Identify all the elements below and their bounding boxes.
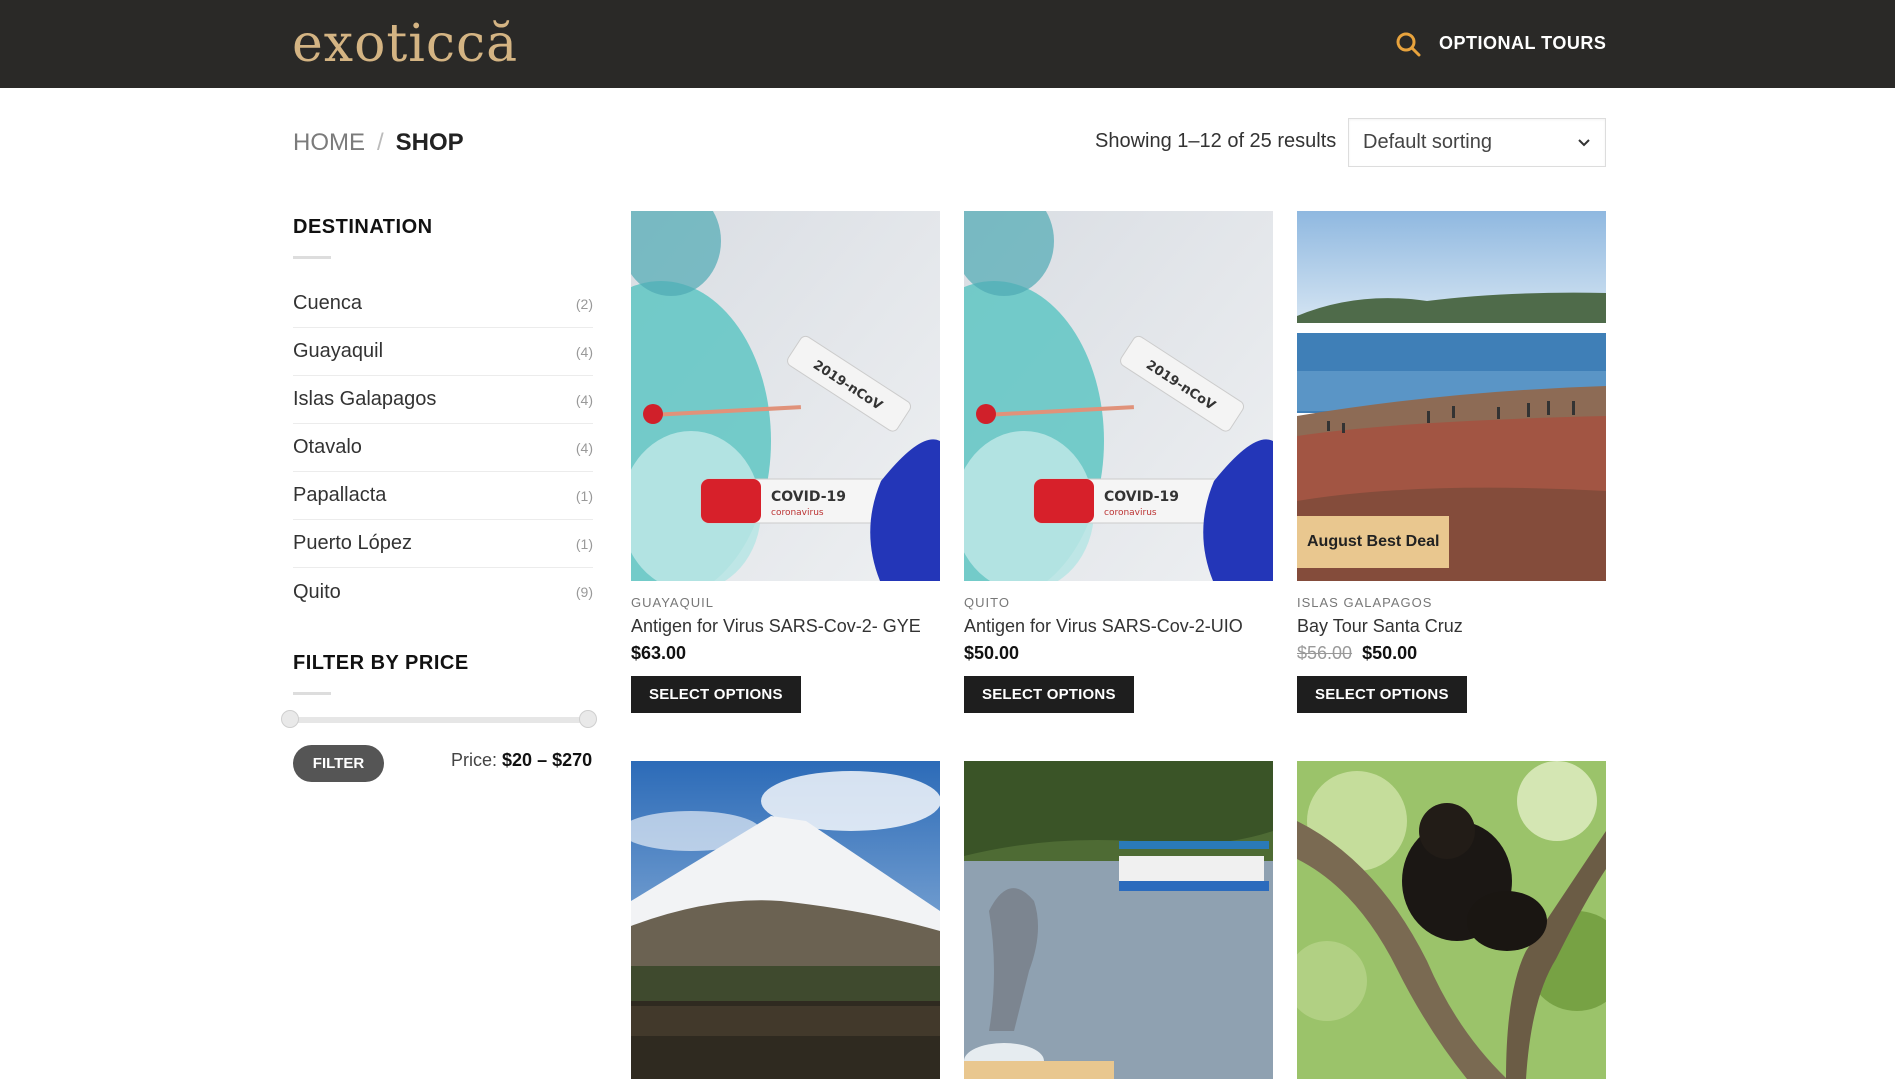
- product-card: 2019-nCoV COVID-19 coronavirus QUITO Ant…: [964, 211, 1273, 713]
- product-image-galapagos-coast[interactable]: August Best Deal: [1297, 211, 1606, 581]
- destination-name: Quito: [293, 580, 341, 603]
- product-title[interactable]: Bay Tour Santa Cruz: [1297, 616, 1606, 637]
- product-category[interactable]: GUAYAQUIL: [631, 595, 940, 610]
- destination-title: DESTINATION: [293, 216, 433, 238]
- chevron-down-icon: [1578, 138, 1590, 146]
- breadcrumb-current: SHOP: [395, 129, 464, 156]
- destination-name: Islas Galapagos: [293, 388, 437, 410]
- breadcrumb: HOME / SHOP: [293, 128, 464, 158]
- select-options-button[interactable]: SELECT OPTIONS: [964, 676, 1134, 713]
- destination-count: (9): [575, 584, 593, 600]
- product-price: $50.00: [1362, 643, 1418, 663]
- price-max: $270: [552, 750, 593, 770]
- product-image-dolphin-river[interactable]: [964, 761, 1273, 1079]
- tube-sublabel: coronavirus: [771, 508, 824, 518]
- product-image-cotopaxi-volcano[interactable]: [631, 761, 940, 1079]
- destination-count: (4): [575, 439, 593, 456]
- destination-count: (2): [575, 295, 593, 312]
- product-category[interactable]: ISLAS GALAPAGOS: [1297, 595, 1606, 610]
- product-category[interactable]: QUITO: [964, 595, 1273, 610]
- tube-label: COVID-19: [771, 489, 846, 505]
- filter-button[interactable]: FILTER: [293, 745, 384, 782]
- destination-item-cuenca[interactable]: Cuenca (2): [293, 280, 593, 328]
- destination-name: Guayaquil: [293, 340, 384, 362]
- destination-item-islas-galapagos[interactable]: Islas Galapagos (4): [293, 376, 593, 424]
- site-header: exoticcă OPTIONAL TOURS: [0, 0, 1895, 88]
- search-icon[interactable]: [1395, 31, 1421, 57]
- product-title[interactable]: Antigen for Virus SARS-Cov-2- GYE: [631, 616, 940, 637]
- destination-item-otavalo[interactable]: Otavalo (4): [293, 424, 593, 472]
- breadcrumb-separator: /: [377, 129, 384, 156]
- product-card: [964, 761, 1273, 1079]
- price-min: $20: [502, 750, 533, 770]
- title-divider: [293, 692, 331, 695]
- destination-item-quito[interactable]: Quito (9): [293, 568, 593, 616]
- destination-name: Otavalo: [293, 436, 362, 458]
- product-image-covid-test[interactable]: 2019-nCoV COVID-19 coronavirus: [631, 211, 940, 581]
- site-logo[interactable]: exoticcă: [292, 14, 518, 74]
- nav-optional-tours[interactable]: OPTIONAL TOURS: [1439, 33, 1606, 54]
- destination-count: (4): [575, 343, 593, 360]
- filter-price-title: FILTER BY PRICE: [293, 652, 469, 674]
- product-card: [1297, 761, 1606, 1079]
- price-dash: –: [537, 750, 548, 770]
- destination-list: Cuenca (2) Guayaquil (4) Islas Galapagos (4…: [293, 280, 593, 616]
- title-divider: [293, 256, 331, 259]
- destination-count: (4): [575, 391, 593, 408]
- product-price: $50.00: [964, 643, 1020, 663]
- price-prefix: Price:: [451, 750, 498, 770]
- destination-item-guayaquil[interactable]: Guayaquil (4): [293, 328, 593, 376]
- tube-sublabel: coronavirus: [1104, 508, 1157, 518]
- destination-item-puerto-lopez[interactable]: Puerto López (1): [293, 520, 593, 568]
- product-card: 2019-nCoV COVID-19 coronavirus GUAYAQUIL…: [631, 211, 940, 713]
- product-card: [631, 761, 940, 1079]
- product-image-howler-monkey[interactable]: [1297, 761, 1606, 1079]
- select-options-button[interactable]: SELECT OPTIONS: [1297, 676, 1467, 713]
- destination-name: Papallacta: [293, 484, 387, 506]
- product-old-price: $56.00: [1297, 643, 1353, 663]
- destination-count: (1): [575, 535, 593, 552]
- product-price-group: $56.00 $50.00: [1297, 643, 1606, 664]
- breadcrumb-home[interactable]: HOME: [293, 129, 365, 156]
- price-range-label: Price: $20 – $270: [451, 750, 592, 771]
- destination-name: Cuenca: [293, 292, 362, 314]
- sort-selected-value: Default sorting: [1363, 131, 1492, 153]
- product-card: August Best Deal ISLAS GALAPAGOS Bay Tou…: [1297, 211, 1606, 713]
- destination-item-papallacta[interactable]: Papallacta (1): [293, 472, 593, 520]
- select-options-button[interactable]: SELECT OPTIONS: [631, 676, 801, 713]
- destination-name: Puerto López: [293, 532, 412, 554]
- price-slider-track[interactable]: [290, 717, 590, 723]
- destination-count: (1): [575, 487, 593, 504]
- price-slider-min-handle[interactable]: [281, 710, 299, 728]
- deal-badge: August Best Deal: [1297, 516, 1450, 568]
- product-title[interactable]: Antigen for Virus SARS-Cov-2-UIO: [964, 616, 1273, 637]
- result-count: Showing 1–12 of 25 results: [1095, 130, 1337, 152]
- price-slider-max-handle[interactable]: [579, 710, 597, 728]
- product-price: $63.00: [631, 643, 687, 663]
- tube-label: COVID-19: [1104, 489, 1179, 505]
- deal-badge: [964, 1061, 1114, 1079]
- sort-dropdown[interactable]: Default sorting: [1348, 118, 1606, 167]
- product-image-covid-test[interactable]: 2019-nCoV COVID-19 coronavirus: [964, 211, 1273, 581]
